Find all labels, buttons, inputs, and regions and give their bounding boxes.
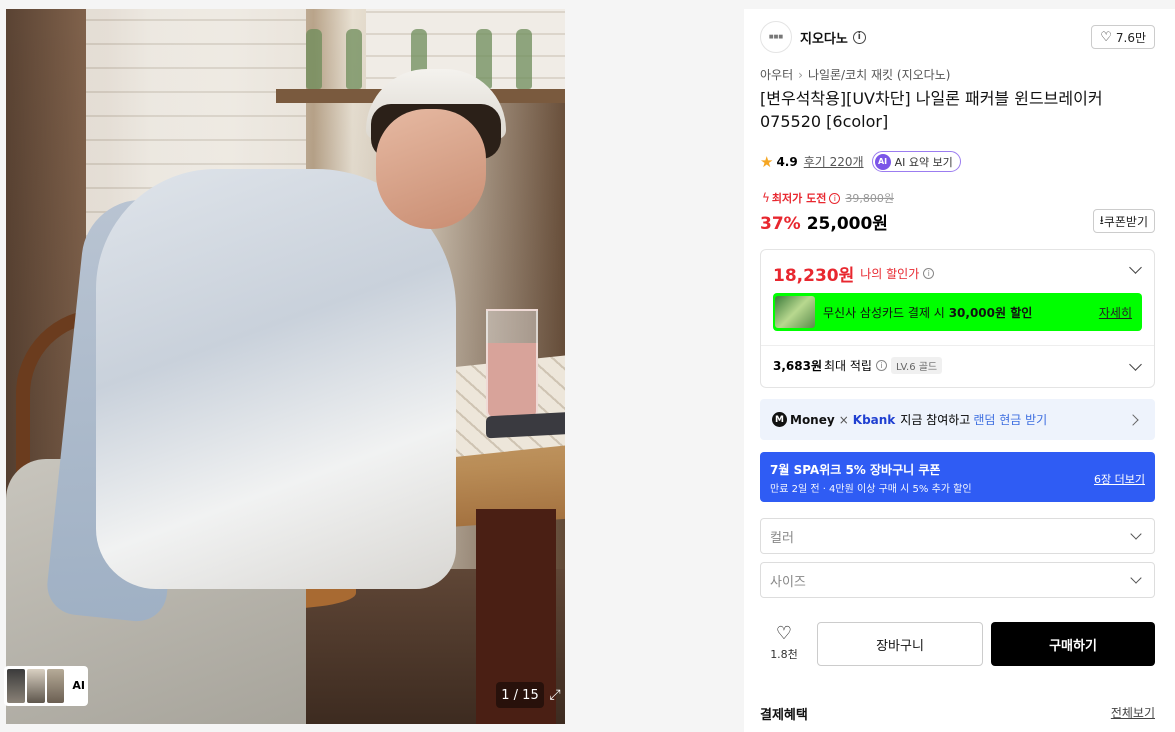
spa-banner-subtitle: 만료 2일 전 · 4만원 이상 구매 시 5% 추가 할인 — [770, 484, 972, 495]
size-select-placeholder: 사이즈 — [770, 574, 806, 590]
card-promo-text: 무신사 삼성카드 결제 시 30,000원 할인 — [823, 305, 1033, 320]
points-row[interactable]: 3,683원 최대 적립 i LV.6 골드 — [773, 357, 943, 374]
card-promo-banner[interactable]: 무신사 삼성카드 결제 시 30,000원 할인 자세히 — [773, 293, 1142, 331]
card-more-link[interactable]: 자세히 — [1099, 304, 1132, 321]
chevron-down-icon — [1130, 528, 1142, 540]
thumbnail[interactable] — [7, 669, 25, 703]
chevron-down-icon[interactable] — [1129, 358, 1142, 371]
color-select[interactable]: 컬러 — [760, 518, 1155, 554]
coupon-button[interactable]: ⭳ 쿠폰받기 — [1092, 209, 1155, 233]
kbank-money-banner[interactable]: M Money × Kbank 지금 참여하고 랜덤 현금 받기 — [760, 399, 1155, 440]
points-label: 최대 적립 — [824, 359, 872, 373]
thumbnail-strip[interactable]: AI — [4, 666, 88, 706]
color-select-placeholder: 컬러 — [770, 530, 794, 546]
brand-logo[interactable]: ■■■ — [760, 21, 792, 53]
ai-summary-button[interactable]: AI AI 요약 보기 — [871, 151, 961, 172]
money-banner-highlight: 랜덤 현금 받기 — [973, 413, 1048, 427]
wishlist-count: 1.8천 — [770, 648, 798, 661]
image-counter: 1 / 15 — [496, 682, 544, 708]
discount-percent: 37% — [760, 214, 801, 234]
thumbnail[interactable] — [46, 669, 65, 703]
money-label: Money — [790, 412, 835, 427]
price-row: 37% 25,000원 — [760, 209, 888, 234]
ai-thumbnail-label[interactable]: AI — [72, 679, 85, 693]
ai-summary-label: AI 요약 보기 — [894, 155, 953, 169]
rating-row: ★ 4.9 후기 220개 AI AI 요약 보기 — [760, 151, 961, 172]
chevron-down-icon[interactable] — [1129, 261, 1142, 274]
bottle — [516, 29, 532, 89]
star-icon: ★ — [760, 152, 774, 171]
bolt-icon: ϟ — [762, 191, 770, 205]
lowest-price-challenge: ϟ 최저가 도전 i 39,800원 — [762, 190, 894, 206]
original-price: 39,800원 — [845, 192, 894, 205]
times-icon: × — [838, 412, 849, 427]
bottle — [306, 29, 322, 89]
chevron-right-icon: › — [798, 68, 803, 82]
info-icon[interactable]: i — [923, 268, 935, 279]
my-price-label: 나의 할인가 — [860, 267, 920, 281]
info-icon[interactable]: i — [829, 192, 841, 204]
product-main-image[interactable] — [6, 9, 565, 724]
bottle — [346, 29, 362, 89]
payment-benefits-row: 결제혜택 전체보기 — [760, 704, 1155, 723]
challenge-label: 최저가 도전 — [771, 192, 827, 205]
chevron-down-icon — [1130, 572, 1142, 584]
sale-price: 25,000원 — [806, 214, 888, 234]
buy-now-button[interactable]: 구매하기 — [991, 622, 1155, 666]
info-icon[interactable]: i — [852, 30, 866, 44]
expand-icon[interactable]: ⤢ — [547, 687, 563, 703]
review-link[interactable]: 후기 220개 — [804, 153, 864, 170]
kbank-label: Kbank — [852, 412, 896, 427]
brand-name[interactable]: 지오다노 — [800, 28, 848, 47]
rating-value: 4.9 — [776, 154, 798, 169]
my-discount-price[interactable]: 18,230원 나의 할인가 i — [773, 261, 935, 286]
wishlist-button[interactable]: ♡ 1.8천 — [760, 622, 808, 666]
divider — [761, 345, 1154, 346]
phone — [486, 411, 565, 439]
breadcrumb-item[interactable]: 나일론/코치 재킷 (지오다노) — [808, 68, 950, 82]
card-image — [775, 296, 815, 328]
spa-banner-title: 7월 SPA위크 5% 장바구니 쿠폰 — [770, 463, 941, 477]
breadcrumb: 아우터 › 나일론/코치 재킷 (지오다노) — [760, 66, 950, 83]
benefit-box: 18,230원 나의 할인가 i 무신사 삼성카드 결제 시 30,000원 할… — [760, 249, 1155, 388]
model-face — [376, 109, 486, 229]
view-all-link[interactable]: 전체보기 — [1111, 704, 1155, 721]
info-icon[interactable]: i — [875, 360, 887, 371]
brand-like-count: 7.6만 — [1115, 30, 1146, 45]
coupon-label: 쿠폰받기 — [1103, 214, 1148, 229]
payment-benefits-label: 결제혜택 — [760, 708, 808, 723]
add-to-cart-button[interactable]: 장바구니 — [817, 622, 983, 666]
breadcrumb-item[interactable]: 아우터 — [760, 68, 793, 82]
size-select[interactable]: 사이즈 — [760, 562, 1155, 598]
product-info-panel: ■■■ 지오다노 i ♡ 7.6만 아우터 › 나일론/코치 재킷 (지오다노) [… — [744, 9, 1175, 732]
windbreaker-jacket — [96, 169, 456, 589]
action-row: ♡ 1.8천 장바구니 구매하기 — [760, 622, 1155, 666]
spa-banner-more-link[interactable]: 6장 더보기 — [1094, 471, 1145, 487]
brand-like-button[interactable]: ♡ 7.6만 — [1091, 25, 1155, 49]
thumbnail[interactable] — [26, 669, 45, 703]
heart-icon: ♡ — [775, 623, 793, 644]
spa-week-coupon-banner[interactable]: 7월 SPA위크 5% 장바구니 쿠폰 만료 2일 전 · 4만원 이상 구매 … — [760, 452, 1155, 502]
brand-row[interactable]: ■■■ 지오다노 i — [760, 21, 866, 53]
drink-glass — [486, 309, 538, 419]
chevron-right-icon — [1127, 413, 1139, 426]
product-title: [변우석착용][UV차단] 나일론 패커블 윈드브레이커 075520 [6co… — [760, 89, 1103, 131]
money-banner-text: 지금 참여하고 — [900, 413, 971, 427]
points-amount: 3,683원 — [773, 359, 822, 373]
heart-icon: ♡ — [1100, 29, 1112, 45]
level-badge: LV.6 골드 — [890, 357, 943, 374]
my-price-amount: 18,230원 — [773, 266, 855, 286]
ai-badge-icon: AI — [874, 153, 891, 170]
money-logo-icon: M — [772, 412, 787, 427]
